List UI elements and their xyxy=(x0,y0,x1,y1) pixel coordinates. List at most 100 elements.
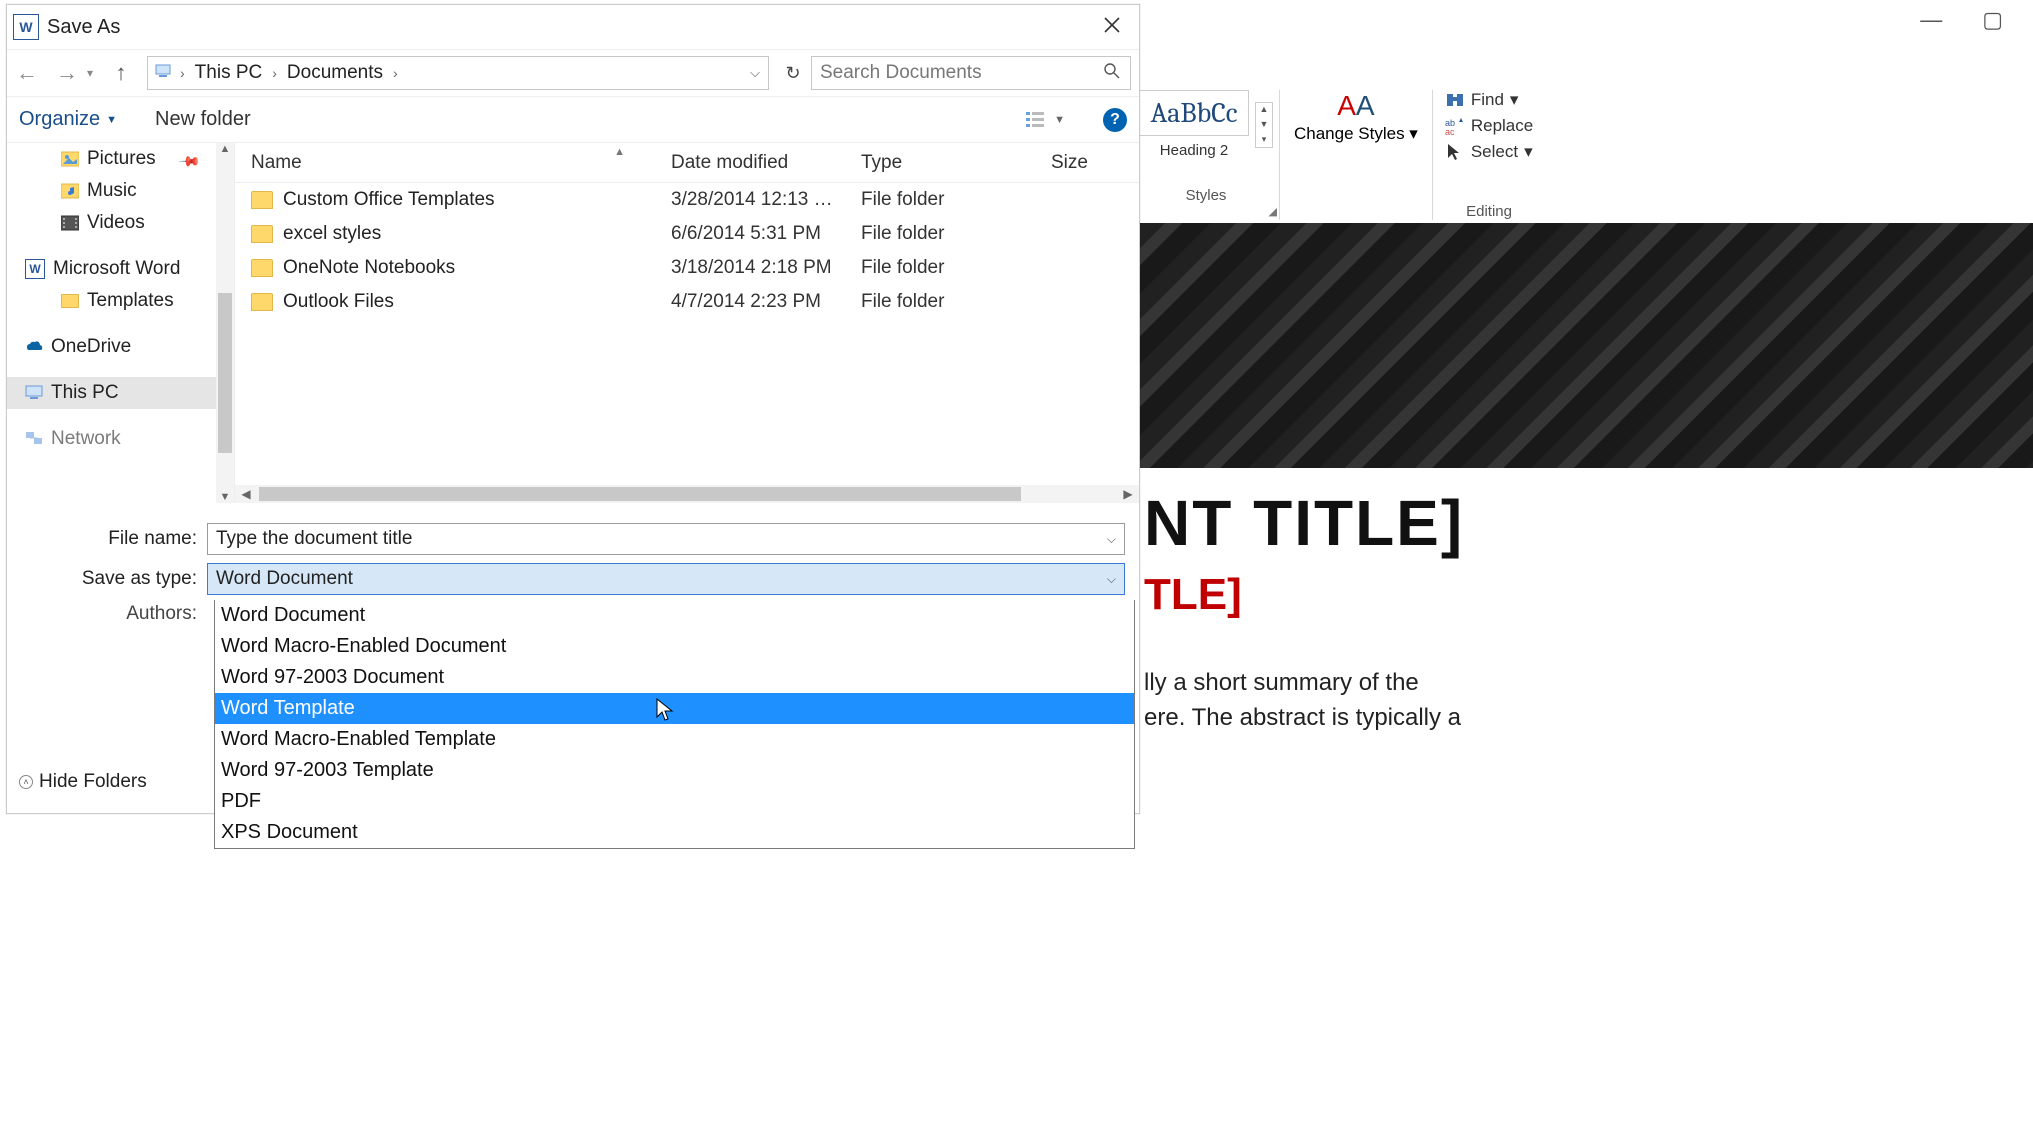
ribbon: AaBbCc Heading 2 ▲▼▾ Styles ◢ AA Change … xyxy=(1133,82,2033,222)
nav-tree-scrollbar[interactable]: ▲ ▼ xyxy=(216,143,234,503)
file-row[interactable]: excel styles 6/6/2014 5:31 PM File folde… xyxy=(235,217,1139,251)
nav-network[interactable]: Network xyxy=(7,423,234,455)
chevron-up-icon: ˄ xyxy=(19,775,33,789)
type-option[interactable]: Word Template xyxy=(215,693,1134,724)
network-icon xyxy=(25,430,43,448)
folder-icon xyxy=(61,294,79,308)
svg-text:ac: ac xyxy=(1445,127,1455,136)
column-type[interactable]: Type xyxy=(845,152,1035,174)
pc-icon xyxy=(148,62,178,85)
save-as-type-dropdown[interactable]: Word Document Word Macro-Enabled Documen… xyxy=(214,600,1135,849)
search-icon xyxy=(1104,63,1120,84)
chevron-down-icon: ▼ xyxy=(1054,114,1065,126)
type-option[interactable]: Word Macro-Enabled Template xyxy=(215,724,1134,755)
type-option[interactable]: Word Document xyxy=(215,600,1134,631)
file-list-header: ▲ Name Date modified Type Size xyxy=(235,143,1139,183)
folder-icon xyxy=(251,293,273,311)
chevron-down-icon[interactable]: ⌵ xyxy=(1107,572,1116,587)
type-option[interactable]: XPS Document xyxy=(215,817,1134,848)
close-button[interactable] xyxy=(1091,14,1133,40)
document-body-text: lly a short summary of the ere. The abst… xyxy=(1144,666,2025,736)
minimize-icon[interactable]: — xyxy=(1920,7,1942,33)
styles-group-caption: Styles xyxy=(1186,187,1227,204)
save-as-type-select[interactable]: Word Document ⌵ xyxy=(207,563,1125,595)
nav-videos[interactable]: Videos xyxy=(7,207,234,239)
styles-gallery-expand[interactable]: ▲▼▾ xyxy=(1255,102,1273,148)
nav-tree[interactable]: 📌 Pictures Music Videos W Microsoft Word xyxy=(7,143,235,503)
replace-button[interactable]: abac Replace xyxy=(1445,116,1533,136)
chevron-down-icon: ▼ xyxy=(106,114,117,126)
file-list: ▲ Name Date modified Type Size Custom Of… xyxy=(235,143,1139,503)
nav-forward-button[interactable]: → xyxy=(47,60,87,86)
nav-microsoft-word[interactable]: W Microsoft Word xyxy=(7,253,234,285)
scroll-left-icon[interactable]: ◀ xyxy=(235,487,257,501)
find-button[interactable]: Find ▾ xyxy=(1445,90,1519,110)
file-row[interactable]: Outlook Files 4/7/2014 2:23 PM File fold… xyxy=(235,285,1139,319)
editing-group-caption: Editing xyxy=(1466,203,1512,220)
column-name[interactable]: ▲ Name xyxy=(235,152,655,174)
pc-icon xyxy=(25,384,43,402)
type-option[interactable]: Word 97-2003 Document xyxy=(215,662,1134,693)
chevron-down-icon[interactable]: ⌵ xyxy=(1107,532,1116,547)
change-styles-label: Change Styles ▾ xyxy=(1294,124,1418,144)
scroll-up-icon[interactable]: ▲ xyxy=(220,143,231,155)
nav-up-button[interactable]: ↑ xyxy=(101,60,141,86)
save-as-dialog: W Save As ← → ▾ ↑ › This PC › Documents … xyxy=(6,4,1140,814)
file-list-hscrollbar[interactable]: ◀ ▶ xyxy=(235,485,1139,503)
word-app-icon: W xyxy=(13,14,39,40)
help-button[interactable]: ? xyxy=(1103,108,1127,132)
save-as-type-value: Word Document xyxy=(216,568,353,590)
organize-button[interactable]: Organize ▼ xyxy=(19,108,117,131)
file-row[interactable]: OneNote Notebooks 3/18/2014 2:18 PM File… xyxy=(235,251,1139,285)
dialog-title: Save As xyxy=(47,16,120,39)
sort-asc-icon: ▲ xyxy=(614,146,625,158)
document-canvas: NT TITLE] TLE] lly a short summary of th… xyxy=(1140,223,2033,1135)
change-styles-icon: AA xyxy=(1337,90,1374,122)
refresh-button[interactable]: ↻ xyxy=(775,63,811,84)
document-title-placeholder: NT TITLE] xyxy=(1144,486,2033,560)
videos-icon xyxy=(61,214,79,232)
folder-icon xyxy=(251,259,273,277)
word-icon: W xyxy=(25,259,45,279)
nav-templates[interactable]: Templates xyxy=(7,285,234,317)
scrollbar-thumb[interactable] xyxy=(218,293,232,453)
chevron-right-icon: › xyxy=(270,65,279,81)
music-icon xyxy=(61,182,79,200)
dialog-titlebar: W Save As xyxy=(7,5,1139,49)
close-icon xyxy=(1103,16,1121,34)
nav-history-dropdown[interactable]: ▾ xyxy=(87,66,101,80)
pictures-icon xyxy=(61,150,79,168)
type-option[interactable]: PDF xyxy=(215,786,1134,817)
type-option[interactable]: Word 97-2003 Template xyxy=(215,755,1134,786)
breadcrumb-documents[interactable]: Documents xyxy=(279,62,391,84)
column-date-modified[interactable]: Date modified xyxy=(655,152,845,174)
style-heading2[interactable]: AaBbCc Heading 2 xyxy=(1139,90,1249,159)
new-folder-button[interactable]: New folder xyxy=(155,108,251,131)
style-thumb-label: Heading 2 xyxy=(1160,142,1228,159)
view-options-button[interactable]: ▼ xyxy=(1024,109,1065,131)
breadcrumb-dropdown-icon[interactable]: ⌵ xyxy=(750,65,760,81)
filename-input[interactable]: Type the document title ⌵ xyxy=(207,523,1125,555)
nav-music[interactable]: Music xyxy=(7,175,234,207)
document-header-image xyxy=(1140,223,2033,468)
styles-dialog-launcher-icon[interactable]: ◢ xyxy=(1269,205,1277,218)
nav-onedrive[interactable]: OneDrive xyxy=(7,331,234,363)
breadcrumb-this-pc[interactable]: This PC xyxy=(187,62,271,84)
dialog-toolbar: Organize ▼ New folder ▼ ? xyxy=(7,97,1139,143)
search-placeholder: Search Documents xyxy=(820,62,982,84)
address-breadcrumb[interactable]: › This PC › Documents › ⌵ xyxy=(147,56,769,90)
column-size[interactable]: Size xyxy=(1035,152,1125,174)
scrollbar-thumb[interactable] xyxy=(259,487,1021,501)
maximize-icon[interactable]: ▢ xyxy=(1982,7,2003,33)
scroll-down-icon[interactable]: ▼ xyxy=(220,491,231,503)
type-option[interactable]: Word Macro-Enabled Document xyxy=(215,631,1134,662)
scroll-right-icon[interactable]: ▶ xyxy=(1117,487,1139,501)
nav-back-button[interactable]: ← xyxy=(7,60,47,86)
change-styles-button[interactable]: AA Change Styles ▾ xyxy=(1286,90,1426,144)
nav-this-pc[interactable]: This PC xyxy=(7,377,234,409)
select-button[interactable]: Select ▾ xyxy=(1445,142,1533,162)
search-input[interactable]: Search Documents xyxy=(811,56,1131,90)
hide-folders-button[interactable]: ˄ Hide Folders xyxy=(19,771,147,793)
filename-value: Type the document title xyxy=(216,528,412,550)
file-row[interactable]: Custom Office Templates 3/28/2014 12:13 … xyxy=(235,183,1139,217)
